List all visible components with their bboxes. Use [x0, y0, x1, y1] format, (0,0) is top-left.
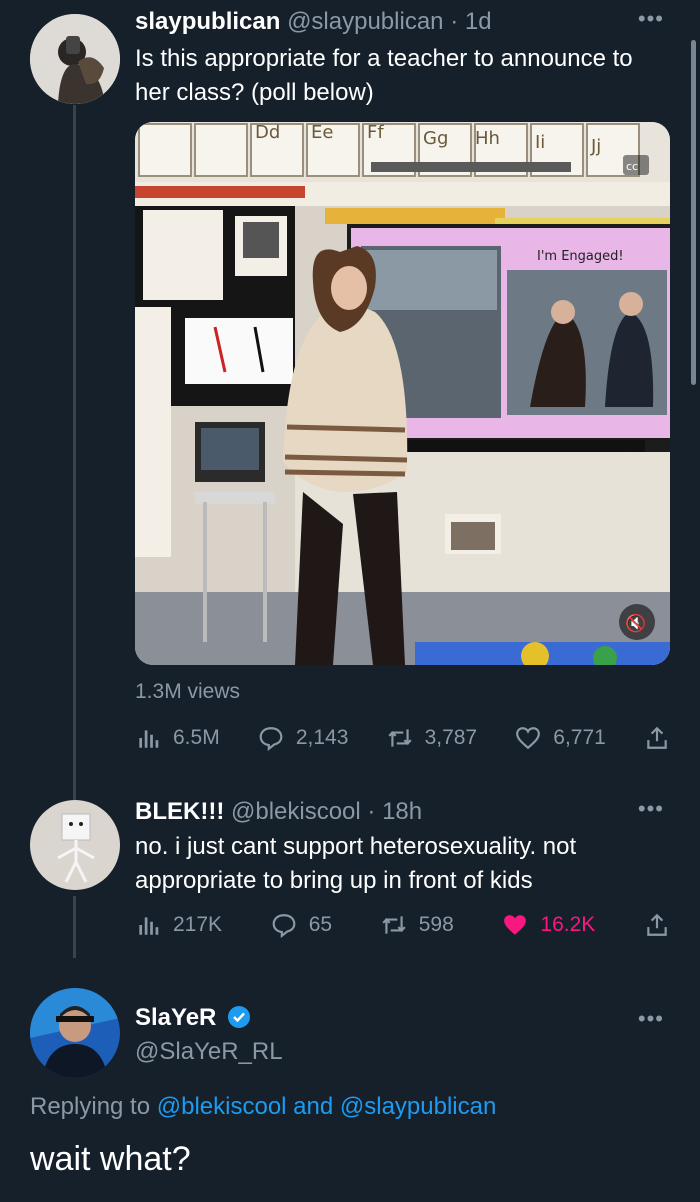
svg-text:Jj: Jj — [590, 136, 601, 157]
like-count: 16.2K — [540, 913, 596, 936]
thread-line — [73, 896, 76, 958]
retweet-button[interactable]: 598 — [381, 912, 454, 938]
screen-caption: I'm Engaged! — [537, 249, 624, 264]
reply-count: 65 — [308, 913, 333, 936]
mention-conjunction: and — [293, 1093, 334, 1120]
reply-icon — [259, 727, 283, 751]
svg-text:Dd: Dd — [255, 122, 280, 143]
svg-text:Ff: Ff — [367, 122, 384, 143]
tweet-actions: 6.5M 2,143 3,787 6,771 — [135, 718, 670, 758]
video-views: 1.3M views — [135, 680, 241, 703]
like-button[interactable]: 16.2K — [502, 912, 595, 938]
retweet-icon — [387, 729, 412, 747]
reply-button[interactable]: 2,143 — [258, 725, 349, 751]
tweet-header-handle: @SlaYeR_RL — [135, 1038, 283, 1066]
avatar[interactable] — [30, 14, 120, 104]
mention-link[interactable]: @slaypublican — [340, 1093, 496, 1120]
more-icon[interactable]: ••• — [638, 6, 664, 32]
svg-text:Ii: Ii — [535, 132, 545, 153]
avatar[interactable] — [30, 988, 120, 1078]
tweet-header: SlaYeR — [135, 1004, 251, 1032]
verified-icon — [228, 1006, 251, 1028]
thread-line — [73, 105, 76, 805]
author-name[interactable]: BLEK!!! — [135, 798, 224, 825]
tweet-text: wait what? — [30, 1140, 191, 1178]
like-count: 6,771 — [553, 726, 606, 749]
reply-icon — [272, 914, 296, 938]
views-button[interactable]: 6.5M — [135, 725, 220, 751]
tweet-video[interactable]: Dd Ee Ff Gg Hh Ii Jj I'm Engaged! 🔇 cc — [135, 122, 670, 665]
tweet-header: slaypublican @slaypublican · 1d — [135, 8, 492, 36]
reply-count: 2,143 — [295, 726, 349, 749]
like-icon — [516, 727, 541, 750]
views-icon — [139, 917, 159, 935]
reply-button[interactable]: 65 — [271, 912, 332, 938]
views-icon — [139, 730, 159, 748]
mute-icon[interactable]: 🔇 — [625, 613, 646, 634]
more-icon[interactable]: ••• — [638, 1006, 664, 1032]
tweet-time[interactable]: · 18h — [367, 798, 422, 825]
author-handle[interactable]: @blekiscool — [231, 798, 361, 825]
replying-to: Replying to @blekiscool and @slaypublica… — [30, 1093, 496, 1121]
retweet-count: 3,787 — [424, 726, 478, 749]
svg-text:Hh: Hh — [475, 128, 500, 149]
share-button[interactable] — [644, 725, 670, 751]
retweet-count: 598 — [418, 913, 454, 936]
share-icon — [647, 726, 667, 749]
author-handle[interactable]: @SlaYeR_RL — [135, 1038, 283, 1065]
retweet-button[interactable]: 3,787 — [387, 725, 478, 751]
tweet-text: Is this appropriate for a teacher to ann… — [135, 45, 633, 106]
views-button[interactable]: 217K — [135, 912, 222, 938]
views-count: 217K — [173, 913, 223, 936]
scrollbar[interactable] — [691, 40, 696, 385]
author-handle[interactable]: @slaypublican — [287, 8, 443, 35]
views-count: 6.5M — [173, 726, 220, 749]
like-button[interactable]: 6,771 — [515, 725, 606, 751]
author-name[interactable]: SlaYeR — [135, 1004, 216, 1031]
cc-icon[interactable]: cc — [626, 160, 638, 173]
tweet-time[interactable]: · 1d — [450, 8, 491, 35]
like-icon — [504, 915, 527, 935]
tweet-header: BLEK!!! @blekiscool · 18h — [135, 798, 422, 826]
replying-to-label: Replying to — [30, 1093, 151, 1120]
tweet-actions: 217K 65 598 16.2K — [135, 905, 670, 945]
svg-text:Gg: Gg — [423, 128, 448, 149]
retweet-icon — [382, 916, 406, 934]
more-icon[interactable]: ••• — [638, 796, 664, 822]
tweet-text: no. i just cant support heterosexuality.… — [135, 833, 577, 894]
author-name[interactable]: slaypublican — [135, 8, 280, 35]
svg-text:Ee: Ee — [311, 122, 333, 143]
avatar[interactable] — [30, 800, 120, 890]
share-button[interactable] — [644, 912, 670, 938]
mention-link[interactable]: @blekiscool — [157, 1093, 287, 1120]
share-icon — [647, 913, 667, 936]
